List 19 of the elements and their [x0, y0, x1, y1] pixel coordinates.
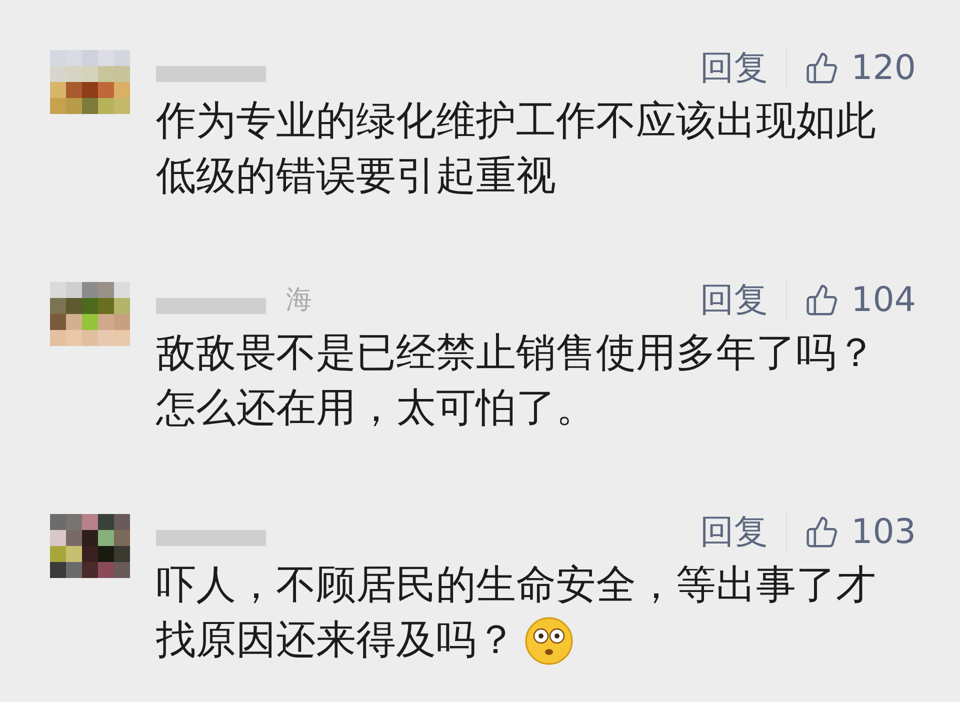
comment-line: 找原因还来得及吗？	[156, 616, 516, 665]
name-fragment: 海	[286, 284, 312, 316]
like-count: 103	[851, 510, 916, 554]
like-button[interactable]: 103	[805, 506, 916, 558]
comment-line: 低级的错误要引起重视	[156, 152, 556, 201]
reply-button[interactable]: 回复	[700, 514, 788, 550]
thumbs-up-icon	[805, 515, 840, 549]
like-button[interactable]: 120	[805, 42, 916, 94]
comment-line: 作为专业的绿化维护工作不应该出现如此	[156, 97, 876, 146]
reply-button[interactable]: 回复	[700, 50, 788, 86]
comment-line: 怎么还在用，太可怕了。	[156, 384, 596, 433]
thumbs-up-icon	[805, 51, 840, 85]
reply-button[interactable]: 回复	[700, 282, 788, 318]
comment-line: 吓人，不顾居民的生命安全，等出事了才	[156, 561, 876, 610]
like-count: 104	[851, 278, 916, 322]
like-count: 120	[851, 46, 916, 90]
thumbs-up-icon	[805, 283, 840, 317]
like-button[interactable]: 104	[805, 274, 916, 326]
comment-line: 敌敌畏不是已经禁止销售使用多年了吗？	[156, 329, 876, 378]
